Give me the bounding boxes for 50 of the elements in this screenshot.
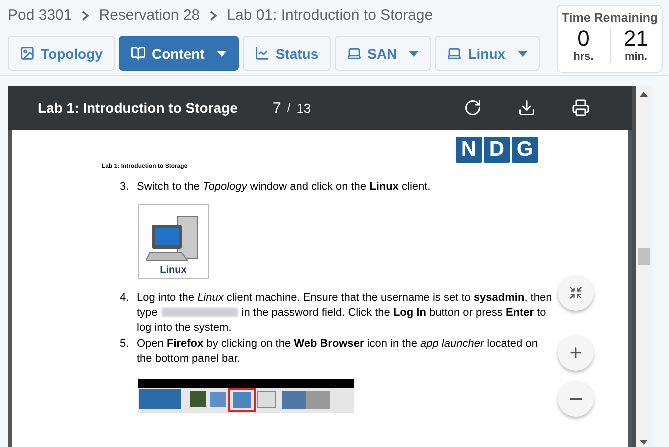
scroll-down-icon[interactable]	[640, 440, 648, 445]
logo-letter: N	[456, 137, 482, 163]
download-button[interactable]	[518, 99, 536, 117]
logo-letter: G	[512, 137, 538, 163]
step-number: 4.	[120, 291, 130, 306]
breadcrumb-item[interactable]: Pod 3301	[8, 7, 72, 24]
scroll-up-icon[interactable]	[640, 92, 648, 97]
step-number: 5.	[120, 337, 130, 352]
hours-unit: hrs.	[574, 51, 594, 63]
tab[interactable]: Topology	[8, 36, 115, 71]
caret-icon	[518, 50, 528, 56]
logo-letter: D	[484, 137, 510, 163]
book-icon	[130, 46, 146, 61]
step-text: Log into the Linux client machine. Ensure that the username is set to sysadmin, then type in the password field. Click the Log In button or press Enter to log into the system.	[137, 291, 554, 336]
breadcrumb-item[interactable]: Reservation 28	[99, 7, 200, 24]
image-caption: Linux	[160, 265, 187, 276]
minutes-value: 21	[624, 27, 648, 51]
minus-icon	[570, 398, 582, 400]
page-count: 13	[296, 100, 312, 116]
minutes-unit: min.	[624, 51, 648, 63]
chevron-icon	[209, 10, 218, 20]
plus-icon	[568, 345, 584, 361]
tab[interactable]: Linux	[435, 36, 540, 71]
step-number: 3.	[120, 180, 130, 195]
fit-page-button[interactable]	[558, 275, 594, 311]
print-button[interactable]	[572, 99, 590, 117]
caret-icon	[409, 50, 420, 56]
step-text: Open Firefox by clicking on the Web Browser icon in the app launcher located on the bottom panel bar.	[137, 337, 539, 367]
breadcrumb-item: Lab 01: Introduction to Storage	[227, 7, 434, 24]
rotate-icon	[464, 99, 482, 117]
download-icon	[518, 99, 536, 117]
chart-icon	[254, 46, 270, 61]
chevron-icon	[81, 10, 90, 20]
tab[interactable]: Content	[118, 36, 239, 71]
step-text: Switch to the Topology window and click on the Linux client.	[137, 180, 431, 195]
hours-value: 0	[578, 27, 590, 51]
rotate-button[interactable]	[464, 99, 482, 117]
timer-title: Time Remaining	[562, 11, 658, 25]
image-icon	[20, 46, 35, 61]
caret-icon	[216, 50, 227, 56]
page-number[interactable]: 7	[273, 100, 282, 116]
laptop-icon	[447, 46, 462, 61]
page-separator: /	[287, 101, 291, 115]
laptop-icon	[346, 46, 362, 61]
print-icon	[572, 99, 590, 117]
tab[interactable]: SAN	[334, 36, 432, 71]
tab[interactable]: Status	[242, 36, 331, 71]
shrink-icon	[569, 286, 583, 300]
document-title: Lab 1: Introduction to Storage	[38, 100, 239, 116]
scrollbar-thumb[interactable]	[638, 248, 650, 265]
